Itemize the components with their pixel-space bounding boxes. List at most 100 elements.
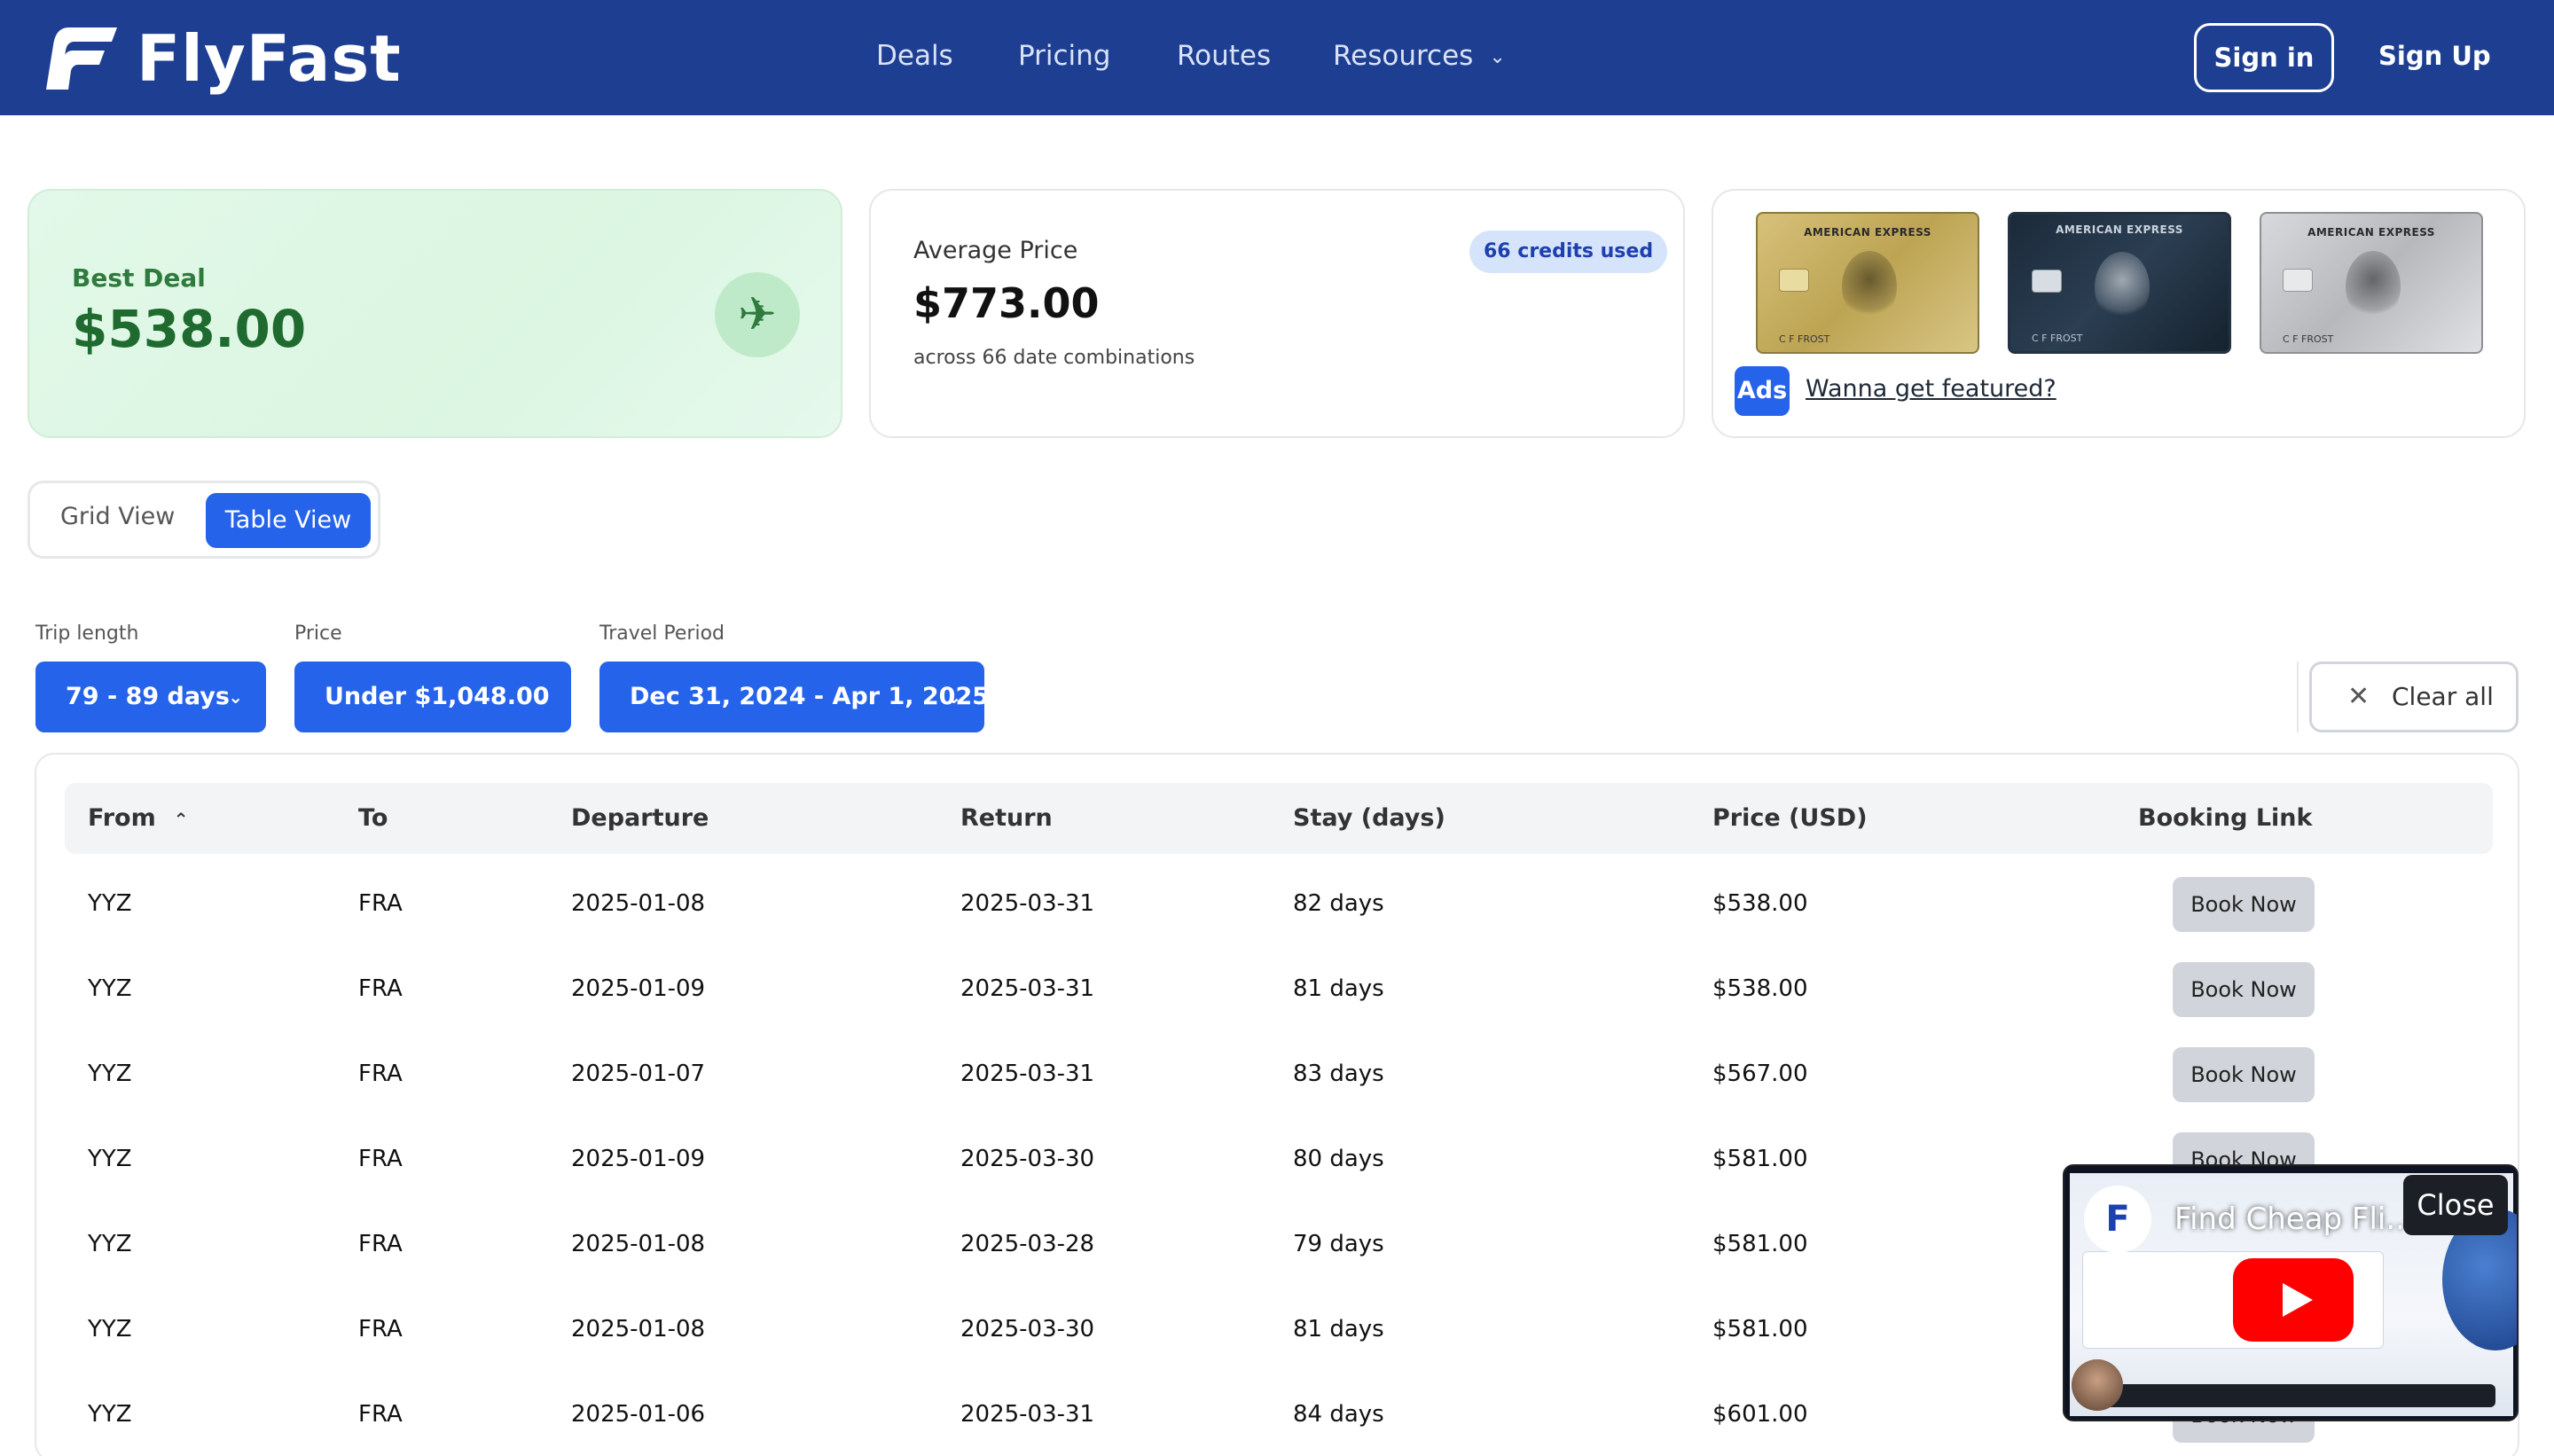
average-price-label: Average Price	[913, 237, 1078, 264]
cell-stay: 80 days	[1293, 1146, 1384, 1172]
column-header-to[interactable]: To	[358, 783, 388, 854]
credits-used-badge: 66 credits used	[1469, 231, 1668, 273]
sign-up-button[interactable]: Sign Up	[2378, 34, 2491, 78]
card-chip-icon	[1779, 269, 1809, 292]
average-price-card: Average Price 66 credits used $773.00 ac…	[869, 189, 1685, 438]
cell-from: YYZ	[88, 1146, 132, 1172]
cell-departure: 2025-01-09	[571, 1146, 706, 1172]
cell-to: FRA	[358, 1231, 403, 1257]
column-header-price[interactable]: Price (USD)	[1712, 783, 1868, 854]
table-header: From ⌃ To Departure Return Stay (days) Pr…	[65, 783, 2493, 854]
column-header-departure[interactable]: Departure	[571, 783, 709, 854]
channel-logo-icon: F	[2084, 1186, 2151, 1253]
best-deal-label: Best Deal	[72, 263, 206, 293]
trip-length-dropdown[interactable]: 79 - 89 days ⌄	[35, 661, 266, 732]
cardholder-name: C F FROST	[2032, 333, 2083, 344]
amex-platinum-card-image[interactable]: AMERICAN EXPRESS C F FROST	[2008, 212, 2231, 354]
cell-departure: 2025-01-08	[571, 1231, 706, 1257]
cell-stay: 82 days	[1293, 890, 1384, 917]
price-value: Under $1,048.00	[325, 683, 550, 710]
cell-to: FRA	[358, 975, 403, 1002]
card-issuer: AMERICAN EXPRESS	[2056, 223, 2183, 236]
best-deal-card: Best Deal $538.00 ✈	[27, 189, 842, 438]
cell-from: YYZ	[88, 890, 132, 917]
book-now-button[interactable]: Book Now	[2173, 962, 2315, 1017]
airplane-icon: ✈	[715, 272, 800, 357]
amex-silver-card-image[interactable]: AMERICAN EXPRESS C F FROST	[2260, 212, 2483, 354]
cardholder-name: C F FROST	[2283, 333, 2334, 345]
centurion-portrait-icon	[2346, 251, 2401, 322]
column-header-from[interactable]: From ⌃	[88, 783, 188, 855]
clear-all-button[interactable]: ✕ Clear all	[2309, 661, 2519, 732]
nav-item-resources[interactable]: Resources ⌄	[1333, 34, 1506, 80]
sign-in-button[interactable]: Sign in	[2194, 23, 2334, 92]
cell-stay: 84 days	[1293, 1401, 1384, 1428]
price-dropdown[interactable]: Under $1,048.00 ⌄	[294, 661, 571, 732]
chevron-down-icon: ⌄	[946, 686, 961, 708]
card-issuer: AMERICAN EXPRESS	[1804, 226, 1931, 239]
cell-price: $581.00	[1712, 1231, 1808, 1257]
cell-return: 2025-03-31	[960, 1401, 1095, 1428]
card-chip-icon	[2032, 270, 2062, 293]
average-price-value: $773.00	[913, 279, 1100, 327]
cell-from: YYZ	[88, 1401, 132, 1428]
best-deal-value: $538.00	[72, 299, 307, 359]
table-row: YYZ FRA 2025-01-08 2025-03-31 82 days $5…	[65, 861, 2493, 946]
nav-item-deals[interactable]: Deals	[876, 34, 953, 78]
cell-from: YYZ	[88, 1231, 132, 1257]
cell-from: YYZ	[88, 1061, 132, 1087]
column-header-stay[interactable]: Stay (days)	[1293, 783, 1445, 854]
cell-departure: 2025-01-09	[571, 975, 706, 1002]
view-toggle: Grid View Table View	[27, 481, 380, 559]
cell-stay: 83 days	[1293, 1061, 1384, 1087]
ads-badge: Ads	[1735, 366, 1790, 416]
nav-item-pricing[interactable]: Pricing	[1018, 34, 1111, 78]
table-row: YYZ FRA 2025-01-09 2025-03-31 81 days $5…	[65, 946, 2493, 1031]
table-view-tab[interactable]: Table View	[206, 493, 371, 548]
cell-to: FRA	[358, 1316, 403, 1342]
cell-return: 2025-03-31	[960, 975, 1095, 1002]
amex-gold-card-image[interactable]: AMERICAN EXPRESS C F FROST	[1756, 212, 1979, 354]
ads-card: AMERICAN EXPRESS C F FROST AMERICAN EXPR…	[1712, 189, 2526, 438]
nav-item-routes[interactable]: Routes	[1177, 34, 1271, 78]
cell-departure: 2025-01-08	[571, 1316, 706, 1342]
grid-view-tab[interactable]: Grid View	[60, 503, 175, 530]
cell-price: $601.00	[1712, 1401, 1808, 1428]
close-video-button[interactable]: Close	[2403, 1175, 2508, 1235]
book-now-button[interactable]: Book Now	[2173, 1047, 2315, 1102]
cell-price: $581.00	[1712, 1316, 1808, 1342]
travel-period-dropdown[interactable]: Dec 31, 2024 - Apr 1, 2025 ⌄	[599, 661, 989, 732]
cardholder-name: C F FROST	[1779, 333, 1830, 345]
sort-ascending-icon: ⌃	[173, 808, 189, 830]
card-chip-icon	[2283, 269, 2313, 292]
cell-stay: 81 days	[1293, 975, 1384, 1002]
video-popup[interactable]: F Find Cheap Fli... Close	[2063, 1164, 2519, 1421]
top-navigation-bar: FlyFast Deals Pricing Routes Resources ⌄ …	[0, 0, 2554, 115]
cell-return: 2025-03-28	[960, 1231, 1095, 1257]
column-header-from-label: From	[88, 804, 156, 832]
cell-price: $538.00	[1712, 890, 1808, 917]
trip-length-label: Trip length	[35, 622, 139, 645]
close-icon: ✕	[2347, 681, 2370, 712]
cell-to: FRA	[358, 890, 403, 917]
cell-stay: 81 days	[1293, 1316, 1384, 1342]
video-dock-preview	[2105, 1384, 2495, 1407]
trip-length-value: 79 - 89 days	[66, 683, 230, 710]
centurion-portrait-icon	[2095, 252, 2150, 323]
travel-period-label: Travel Period	[599, 622, 725, 645]
cell-departure: 2025-01-06	[571, 1401, 706, 1428]
video-title: Find Cheap Fli...	[2174, 1202, 2415, 1237]
cell-departure: 2025-01-07	[571, 1061, 706, 1087]
cell-to: FRA	[358, 1401, 403, 1428]
get-featured-link[interactable]: Wanna get featured?	[1806, 375, 2057, 403]
cell-stay: 79 days	[1293, 1231, 1384, 1257]
cell-price: $538.00	[1712, 975, 1808, 1002]
cell-price: $567.00	[1712, 1061, 1808, 1087]
presenter-avatar	[2072, 1359, 2123, 1411]
cell-price: $581.00	[1712, 1146, 1808, 1172]
column-header-return[interactable]: Return	[960, 783, 1053, 854]
column-header-booking-link: Booking Link	[2138, 804, 2313, 832]
book-now-button[interactable]: Book Now	[2173, 877, 2315, 932]
price-label: Price	[294, 622, 342, 645]
play-button[interactable]	[2233, 1258, 2354, 1342]
